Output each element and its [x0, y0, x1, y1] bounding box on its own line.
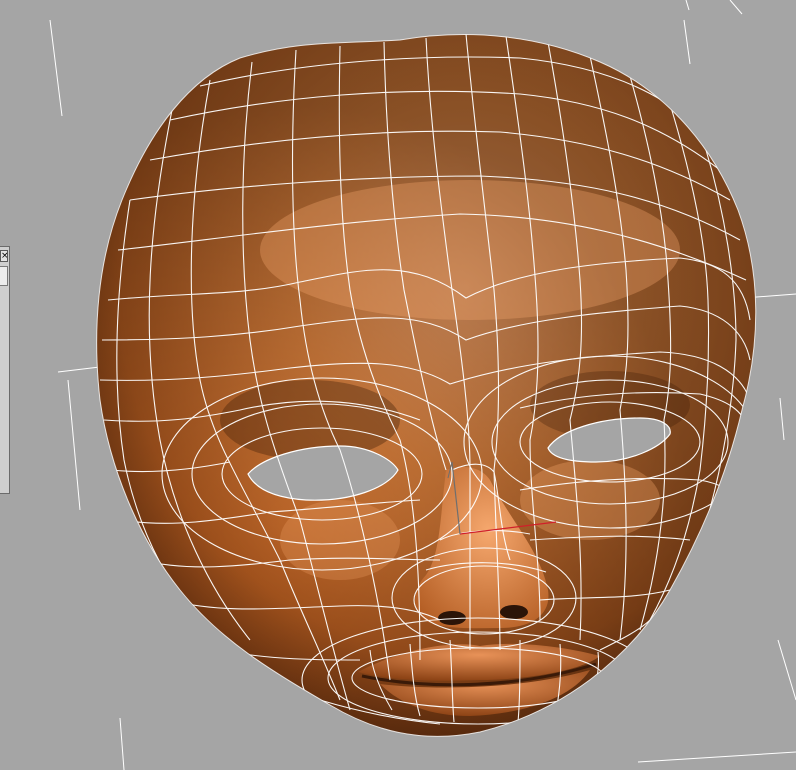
head-mesh[interactable] — [96, 34, 757, 742]
viewport[interactable]: × — [0, 0, 796, 770]
docked-panel[interactable]: × — [0, 246, 10, 494]
nostril-right — [500, 605, 528, 619]
panel-close-button[interactable]: × — [0, 250, 8, 262]
panel-tab[interactable] — [0, 266, 8, 286]
scene-canvas[interactable] — [0, 0, 796, 770]
